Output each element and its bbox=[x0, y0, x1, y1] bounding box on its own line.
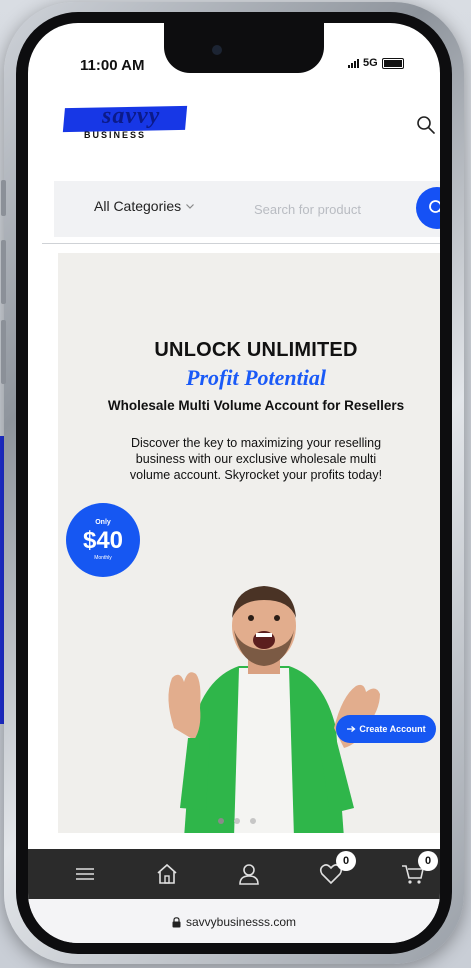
signal-icon bbox=[348, 58, 359, 68]
status-indicators: 5G bbox=[348, 57, 404, 69]
chevron-down-icon bbox=[186, 204, 195, 209]
menu-icon[interactable] bbox=[72, 861, 98, 887]
banner-description: Discover the key to maximizing your rese… bbox=[129, 436, 383, 482]
logo-script: savvy bbox=[102, 103, 161, 129]
wishlist-nav-item[interactable]: 0 bbox=[318, 851, 356, 887]
price-only-label: Only bbox=[95, 519, 111, 526]
create-account-button[interactable]: Create Account bbox=[336, 715, 436, 743]
search-icon[interactable] bbox=[416, 115, 436, 135]
lock-icon bbox=[172, 916, 181, 927]
side-button-volume-up bbox=[1, 240, 6, 304]
phone-bezel: 11:00 AM 5G savvy BUSINESS All Categorie… bbox=[16, 12, 452, 954]
cart-count-badge: 0 bbox=[418, 851, 438, 871]
url-label: savvybusinesss.com bbox=[185, 915, 297, 929]
banner-subheading: Wholesale Multi Volume Account for Resel… bbox=[107, 398, 405, 413]
camera-icon bbox=[212, 45, 222, 55]
logo-sub: BUSINESS bbox=[84, 130, 147, 140]
carousel-dot[interactable] bbox=[250, 818, 256, 824]
dynamic-notch bbox=[164, 23, 324, 73]
create-account-label: Create Account bbox=[359, 724, 426, 734]
price-badge: Only $40 Monthly bbox=[66, 503, 140, 577]
phone-frame: 11:00 AM 5G savvy BUSINESS All Categorie… bbox=[1, 2, 464, 964]
browser-url-bar: savvybusinesss.com bbox=[28, 899, 440, 943]
bottom-nav: 0 0 bbox=[28, 849, 440, 899]
network-label: 5G bbox=[363, 57, 378, 69]
site-logo[interactable]: savvy BUSINESS bbox=[62, 99, 196, 145]
wishlist-count-badge: 0 bbox=[336, 851, 356, 871]
category-select[interactable]: All Categories bbox=[94, 198, 195, 214]
header-divider bbox=[42, 243, 440, 244]
battery-icon bbox=[381, 57, 404, 69]
home-icon[interactable] bbox=[154, 861, 180, 887]
search-button[interactable] bbox=[416, 187, 440, 229]
price-period: Monthly bbox=[94, 555, 112, 561]
hero-person-image bbox=[168, 586, 380, 833]
user-icon[interactable] bbox=[236, 861, 262, 887]
promo-banner[interactable]: UNLOCK UNLIMITED Profit Potential Wholes… bbox=[58, 253, 440, 833]
carousel-dot[interactable] bbox=[234, 818, 240, 824]
arrow-right-icon bbox=[347, 726, 356, 732]
carousel-dots bbox=[218, 818, 256, 824]
url-display[interactable]: savvybusinesss.com bbox=[28, 915, 440, 929]
side-button-mute bbox=[1, 180, 6, 216]
status-bar: 11:00 AM 5G bbox=[28, 23, 440, 83]
status-time: 11:00 AM bbox=[80, 57, 145, 74]
price-amount: $40 bbox=[82, 527, 124, 554]
banner-heading: UNLOCK UNLIMITED bbox=[154, 339, 358, 361]
carousel-dot[interactable] bbox=[218, 818, 224, 824]
search-input[interactable] bbox=[252, 197, 404, 221]
category-select-label: All Categories bbox=[94, 198, 182, 214]
banner-script-heading: Profit Potential bbox=[186, 365, 326, 390]
side-button-volume-down bbox=[1, 320, 6, 384]
cart-nav-item[interactable]: 0 bbox=[400, 851, 438, 887]
search-bar: All Categories bbox=[54, 181, 440, 237]
phone-screen: 11:00 AM 5G savvy BUSINESS All Categorie… bbox=[28, 23, 440, 943]
search-icon bbox=[429, 200, 440, 213]
